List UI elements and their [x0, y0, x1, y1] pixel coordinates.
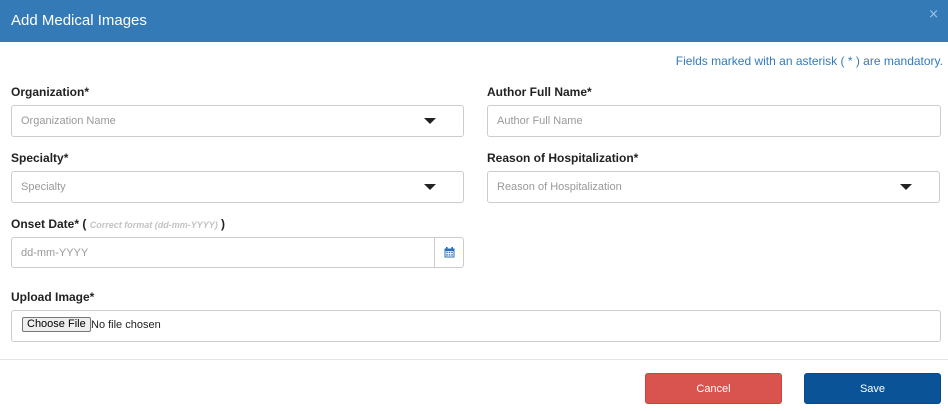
reason-input[interactable] — [487, 171, 873, 203]
onset-date-paren-open: ( — [79, 217, 90, 231]
choose-file-button[interactable]: Choose File — [22, 317, 91, 332]
calendar-icon — [444, 247, 455, 258]
onset-date-input[interactable] — [11, 237, 435, 268]
caret-down-icon — [423, 184, 436, 190]
reason-dropdown-button[interactable] — [872, 171, 940, 203]
file-upload-field[interactable]: Choose File No file chosen — [11, 310, 941, 342]
caret-down-icon — [899, 184, 912, 190]
specialty-label: Specialty* — [11, 151, 69, 165]
specialty-dropdown-button[interactable] — [396, 171, 464, 203]
author-input[interactable] — [487, 105, 941, 137]
onset-date-hint: Correct format (dd-mm-YYYY) — [89, 220, 218, 230]
organization-label: Organization* — [11, 85, 90, 99]
author-label: Author Full Name* — [487, 85, 592, 99]
organization-dropdown-button[interactable] — [396, 105, 464, 137]
calendar-button[interactable] — [434, 237, 464, 268]
caret-down-icon — [423, 118, 436, 124]
footer-divider — [0, 359, 948, 360]
dialog-title: Add Medical Images — [11, 12, 147, 29]
save-button[interactable]: Save — [804, 373, 941, 404]
mandatory-note: Fields marked with an asterisk ( * ) are… — [675, 54, 943, 68]
onset-date-label-text: Onset Date* — [11, 217, 80, 231]
specialty-input[interactable] — [11, 171, 397, 203]
upload-image-label: Upload Image* — [11, 290, 95, 304]
onset-date-paren-close: ) — [217, 217, 226, 231]
close-icon[interactable]: × — [928, 8, 939, 21]
organization-input[interactable] — [11, 105, 397, 137]
onset-date-label: Onset Date* ( Correct format (dd-mm-YYYY… — [11, 217, 225, 231]
reason-label: Reason of Hospitalization* — [487, 151, 639, 165]
cancel-button[interactable]: Cancel — [645, 373, 782, 404]
file-status: No file chosen — [91, 319, 161, 331]
dialog-header: Add Medical Images × — [0, 0, 948, 42]
